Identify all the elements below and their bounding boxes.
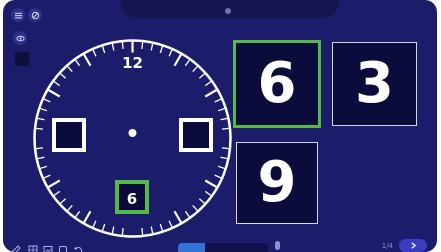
next-button[interactable] — [399, 239, 427, 252]
number-card[interactable]: 3 — [332, 42, 417, 126]
shape-button[interactable] — [58, 240, 68, 252]
undo-icon — [74, 247, 83, 252]
eye-icon — [15, 35, 25, 41]
app-frame: 12 6 6 3 9 1/4 — [0, 0, 441, 252]
grid-button[interactable] — [28, 240, 38, 252]
number-card[interactable]: 9 — [236, 142, 318, 224]
progress-bar-fill — [178, 243, 205, 252]
bottom-slot-answer: 6 — [127, 190, 137, 208]
side-panel-toggle[interactable] — [15, 52, 29, 66]
right-answer-slot[interactable] — [183, 122, 209, 148]
undo-button[interactable] — [73, 240, 83, 252]
next-arrow-icon — [410, 242, 416, 249]
bottom-toolbar: 1/4 — [3, 238, 437, 252]
pen-button[interactable] — [11, 240, 21, 252]
clock-tick — [141, 41, 144, 50]
clock-center-dot — [128, 129, 137, 137]
top-toolbar — [121, 0, 339, 18]
page-indicator: 1/4 — [381, 242, 393, 250]
grid-icon — [28, 245, 38, 252]
number-card-selected[interactable]: 6 — [233, 40, 321, 128]
clock-number-12: 12 — [122, 54, 143, 72]
hide-icon — [31, 11, 39, 19]
image-button[interactable] — [43, 240, 53, 252]
clock-face: 12 6 — [33, 39, 232, 238]
image-icon — [43, 246, 53, 252]
left-answer-slot[interactable] — [56, 122, 82, 148]
eye-button[interactable] — [13, 31, 27, 45]
clock-tick — [141, 227, 144, 236]
number-card-value: 6 — [257, 51, 297, 116]
microphone-button[interactable] — [275, 241, 280, 250]
progress-bar — [178, 243, 268, 252]
menu-button[interactable] — [11, 8, 25, 22]
menu-icon — [14, 12, 22, 18]
hide-button[interactable] — [28, 8, 42, 22]
clock-tick — [35, 127, 44, 130]
clock-tick — [121, 41, 124, 50]
toolbar-handle[interactable] — [225, 8, 231, 14]
clock-tick — [35, 147, 44, 150]
number-card-value: 9 — [257, 150, 297, 215]
clock-tick — [121, 227, 124, 236]
activity-board: 12 6 6 3 9 1/4 — [3, 0, 437, 252]
clock-tick — [221, 127, 230, 130]
shape-icon — [59, 246, 67, 252]
number-card-value: 3 — [355, 51, 394, 116]
clock-tick — [221, 147, 230, 150]
pen-icon — [12, 245, 21, 252]
